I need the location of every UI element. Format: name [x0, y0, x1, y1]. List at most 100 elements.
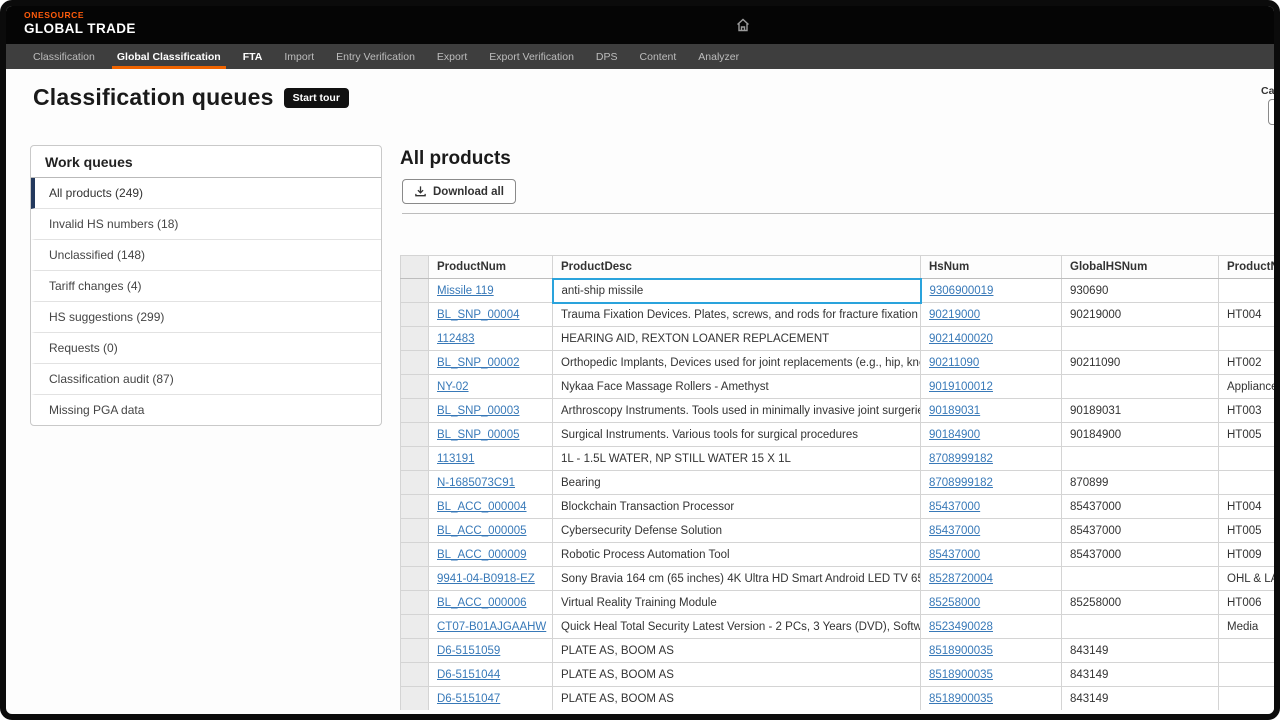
product-num-link[interactable]: BL_ACC_000004 — [437, 501, 527, 513]
product-desc-cell[interactable]: PLATE AS, BOOM AS — [553, 687, 921, 711]
sidebar-item-classification-audit-87[interactable]: Classification audit (87) — [31, 364, 381, 395]
hs-num-link[interactable]: 90189031 — [929, 405, 980, 417]
row-handle[interactable] — [401, 327, 429, 351]
nav-tab-dps[interactable]: DPS — [585, 44, 629, 69]
sidebar-item-unclassified-148[interactable]: Unclassified (148) — [31, 240, 381, 271]
product-desc-cell[interactable]: HEARING AID, REXTON LOANER REPLACEMENT — [553, 327, 921, 351]
product-desc-cell[interactable]: Virtual Reality Training Module — [553, 591, 921, 615]
product-desc-cell[interactable]: Trauma Fixation Devices. Plates, screws,… — [553, 303, 921, 327]
hs-num-link[interactable]: 85437000 — [929, 525, 980, 537]
hs-num-link[interactable]: 85437000 — [929, 501, 980, 513]
row-handle[interactable] — [401, 423, 429, 447]
hs-num-link[interactable]: 8708999182 — [929, 477, 993, 489]
nav-tab-fta[interactable]: FTA — [232, 44, 274, 69]
product-num-link[interactable]: 113191 — [437, 453, 475, 465]
row-handle[interactable] — [401, 447, 429, 471]
hs-num-link[interactable]: 8708999182 — [929, 453, 993, 465]
row-handle[interactable] — [401, 519, 429, 543]
hs-num-link[interactable]: 85437000 — [929, 549, 980, 561]
product-desc-cell[interactable]: Arthroscopy Instruments. Tools used in m… — [553, 399, 921, 423]
row-handle[interactable] — [401, 399, 429, 423]
row-handle[interactable] — [401, 663, 429, 687]
nav-tab-export[interactable]: Export — [426, 44, 478, 69]
product-num-link[interactable]: BL_SNP_00002 — [437, 357, 519, 369]
sidebar-item-missing-pga-data[interactable]: Missing PGA data — [31, 395, 381, 425]
hs-num-link[interactable]: 9019100012 — [929, 381, 993, 393]
product-desc-cell[interactable]: Cybersecurity Defense Solution — [553, 519, 921, 543]
product-num-link[interactable]: BL_ACC_000005 — [437, 525, 527, 537]
product-num-link[interactable]: D6-5151047 — [437, 693, 500, 705]
hs-num-link[interactable]: 9306900019 — [930, 285, 994, 297]
product-desc-cell[interactable]: PLATE AS, BOOM AS — [553, 639, 921, 663]
product-desc-cell[interactable]: Bearing — [553, 471, 921, 495]
sidebar-item-invalid-hs-numbers-18[interactable]: Invalid HS numbers (18) — [31, 209, 381, 240]
hs-num-link[interactable]: 8518900035 — [929, 669, 993, 681]
product-num-link[interactable]: BL_SNP_00003 — [437, 405, 519, 417]
row-handle[interactable] — [401, 375, 429, 399]
row-handle[interactable] — [401, 567, 429, 591]
product-num-link[interactable]: CT07-B01AJGAAHW — [437, 621, 546, 633]
product-num-link[interactable]: 112483 — [437, 333, 475, 345]
corner-cutoff-input[interactable] — [1268, 99, 1280, 125]
column-header-handle[interactable] — [401, 256, 429, 279]
row-handle[interactable] — [401, 615, 429, 639]
product-desc-cell[interactable]: Surgical Instruments. Various tools for … — [553, 423, 921, 447]
sidebar-item-all-products-249[interactable]: All products (249) — [31, 178, 381, 209]
product-num-link[interactable]: BL_ACC_000009 — [437, 549, 527, 561]
row-handle[interactable] — [401, 351, 429, 375]
column-header-productdesc[interactable]: ProductDesc — [553, 256, 921, 279]
product-desc-cell[interactable]: Orthopedic Implants, Devices used for jo… — [553, 351, 921, 375]
hs-num-link[interactable]: 8528720004 — [929, 573, 993, 585]
product-num-link[interactable]: BL_SNP_00005 — [437, 429, 519, 441]
product-desc-cell[interactable]: Blockchain Transaction Processor — [553, 495, 921, 519]
column-header-productname[interactable]: ProductName — [1219, 256, 1275, 279]
product-num-link[interactable]: BL_ACC_000006 — [437, 597, 527, 609]
home-icon[interactable] — [735, 17, 751, 33]
row-handle[interactable] — [401, 495, 429, 519]
row-handle[interactable] — [401, 591, 429, 615]
column-header-hsnum[interactable]: HsNum — [921, 256, 1062, 279]
hs-num-link[interactable]: 9021400020 — [929, 333, 993, 345]
nav-tab-analyzer[interactable]: Analyzer — [687, 44, 750, 69]
product-desc-cell-selected[interactable]: anti-ship missile — [553, 279, 921, 303]
product-num-link[interactable]: D6-5151044 — [437, 669, 500, 681]
hs-num-link[interactable]: 8518900035 — [929, 645, 993, 657]
nav-tab-import[interactable]: Import — [273, 44, 325, 69]
product-desc-cell[interactable]: Quick Heal Total Security Latest Version… — [553, 615, 921, 639]
product-desc-cell[interactable]: Sony Bravia 164 cm (65 inches) 4K Ultra … — [553, 567, 921, 591]
product-num-link[interactable]: BL_SNP_00004 — [437, 309, 519, 321]
hs-num-link[interactable]: 8518900035 — [929, 693, 993, 705]
product-num-link[interactable]: N-1685073C91 — [437, 477, 515, 489]
nav-tab-classification[interactable]: Classification — [22, 44, 106, 69]
hs-num-link[interactable]: 90211090 — [929, 357, 979, 369]
row-handle[interactable] — [401, 687, 429, 711]
product-num-link[interactable]: D6-5151059 — [437, 645, 500, 657]
hs-num-link[interactable]: 8523490028 — [929, 621, 993, 633]
product-num-link[interactable]: 9941-04-B0918-EZ — [437, 573, 535, 585]
row-handle[interactable] — [401, 639, 429, 663]
product-num-link[interactable]: NY-02 — [437, 381, 469, 393]
nav-tab-global-classification[interactable]: Global Classification — [106, 44, 232, 69]
start-tour-button[interactable]: Start tour — [284, 88, 349, 108]
nav-tab-entry-verification[interactable]: Entry Verification — [325, 44, 426, 69]
hs-num-link[interactable]: 90184900 — [929, 429, 980, 441]
download-all-button[interactable]: Download all — [402, 179, 516, 204]
product-desc-cell[interactable]: PLATE AS, BOOM AS — [553, 663, 921, 687]
sidebar-item-requests-0[interactable]: Requests (0) — [31, 333, 381, 364]
product-desc-cell[interactable]: 1L - 1.5L WATER, NP STILL WATER 15 X 1L — [553, 447, 921, 471]
column-header-globalhsnum[interactable]: GlobalHSNum — [1062, 256, 1219, 279]
row-handle[interactable] — [401, 279, 429, 303]
row-handle[interactable] — [401, 543, 429, 567]
row-handle[interactable] — [401, 471, 429, 495]
sidebar-item-hs-suggestions-299[interactable]: HS suggestions (299) — [31, 302, 381, 333]
product-num-link[interactable]: Missile 119 — [437, 285, 494, 297]
product-desc-cell[interactable]: Robotic Process Automation Tool — [553, 543, 921, 567]
product-desc-cell[interactable]: Nykaa Face Massage Rollers - Amethyst — [553, 375, 921, 399]
column-header-productnum[interactable]: ProductNum — [429, 256, 553, 279]
nav-tab-content[interactable]: Content — [629, 44, 688, 69]
row-handle[interactable] — [401, 303, 429, 327]
sidebar-item-tariff-changes-4[interactable]: Tariff changes (4) — [31, 271, 381, 302]
hs-num-link[interactable]: 90219000 — [929, 309, 980, 321]
hs-num-link[interactable]: 85258000 — [929, 597, 980, 609]
nav-tab-export-verification[interactable]: Export Verification — [478, 44, 585, 69]
